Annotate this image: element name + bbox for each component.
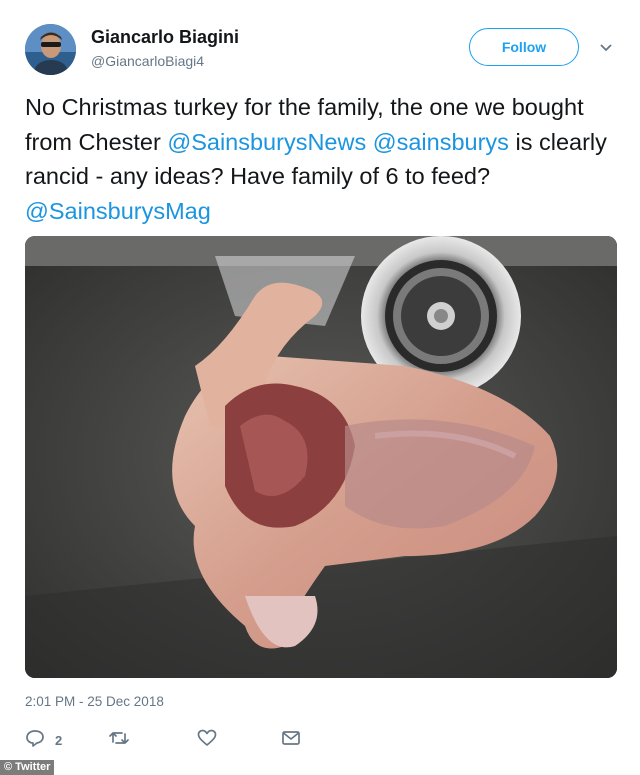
message-button[interactable] xyxy=(281,728,301,753)
display-name[interactable]: Giancarlo Biagini xyxy=(91,27,239,48)
mention-link[interactable]: @sainsburys xyxy=(373,129,509,155)
tweet-header: Giancarlo Biagini @GiancarloBiagi4 Follo… xyxy=(25,24,625,78)
follow-button[interactable]: Follow xyxy=(469,28,579,66)
like-button[interactable] xyxy=(197,728,217,753)
reply-count: 2 xyxy=(55,733,63,748)
timestamp[interactable]: 2:01 PM - 25 Dec 2018 xyxy=(25,694,164,709)
user-handle[interactable]: @GiancarloBiagi4 xyxy=(91,53,204,69)
reply-button[interactable]: 2 xyxy=(25,728,62,753)
tweet-photo[interactable] xyxy=(25,236,617,678)
chevron-down-icon[interactable] xyxy=(599,40,613,54)
copyright-watermark: © Twitter xyxy=(0,760,55,775)
mention-link[interactable]: @SainsburysNews xyxy=(167,129,366,155)
tweet-actions: 2 xyxy=(25,728,325,750)
tweet-text: No Christmas turkey for the family, the … xyxy=(25,90,615,228)
retweet-button[interactable] xyxy=(109,728,129,753)
message-icon xyxy=(281,728,301,753)
avatar[interactable] xyxy=(25,24,76,75)
reply-icon xyxy=(25,728,45,753)
mention-link[interactable]: @SainsburysMag xyxy=(25,198,211,224)
retweet-icon xyxy=(109,728,129,753)
like-icon xyxy=(197,728,217,753)
